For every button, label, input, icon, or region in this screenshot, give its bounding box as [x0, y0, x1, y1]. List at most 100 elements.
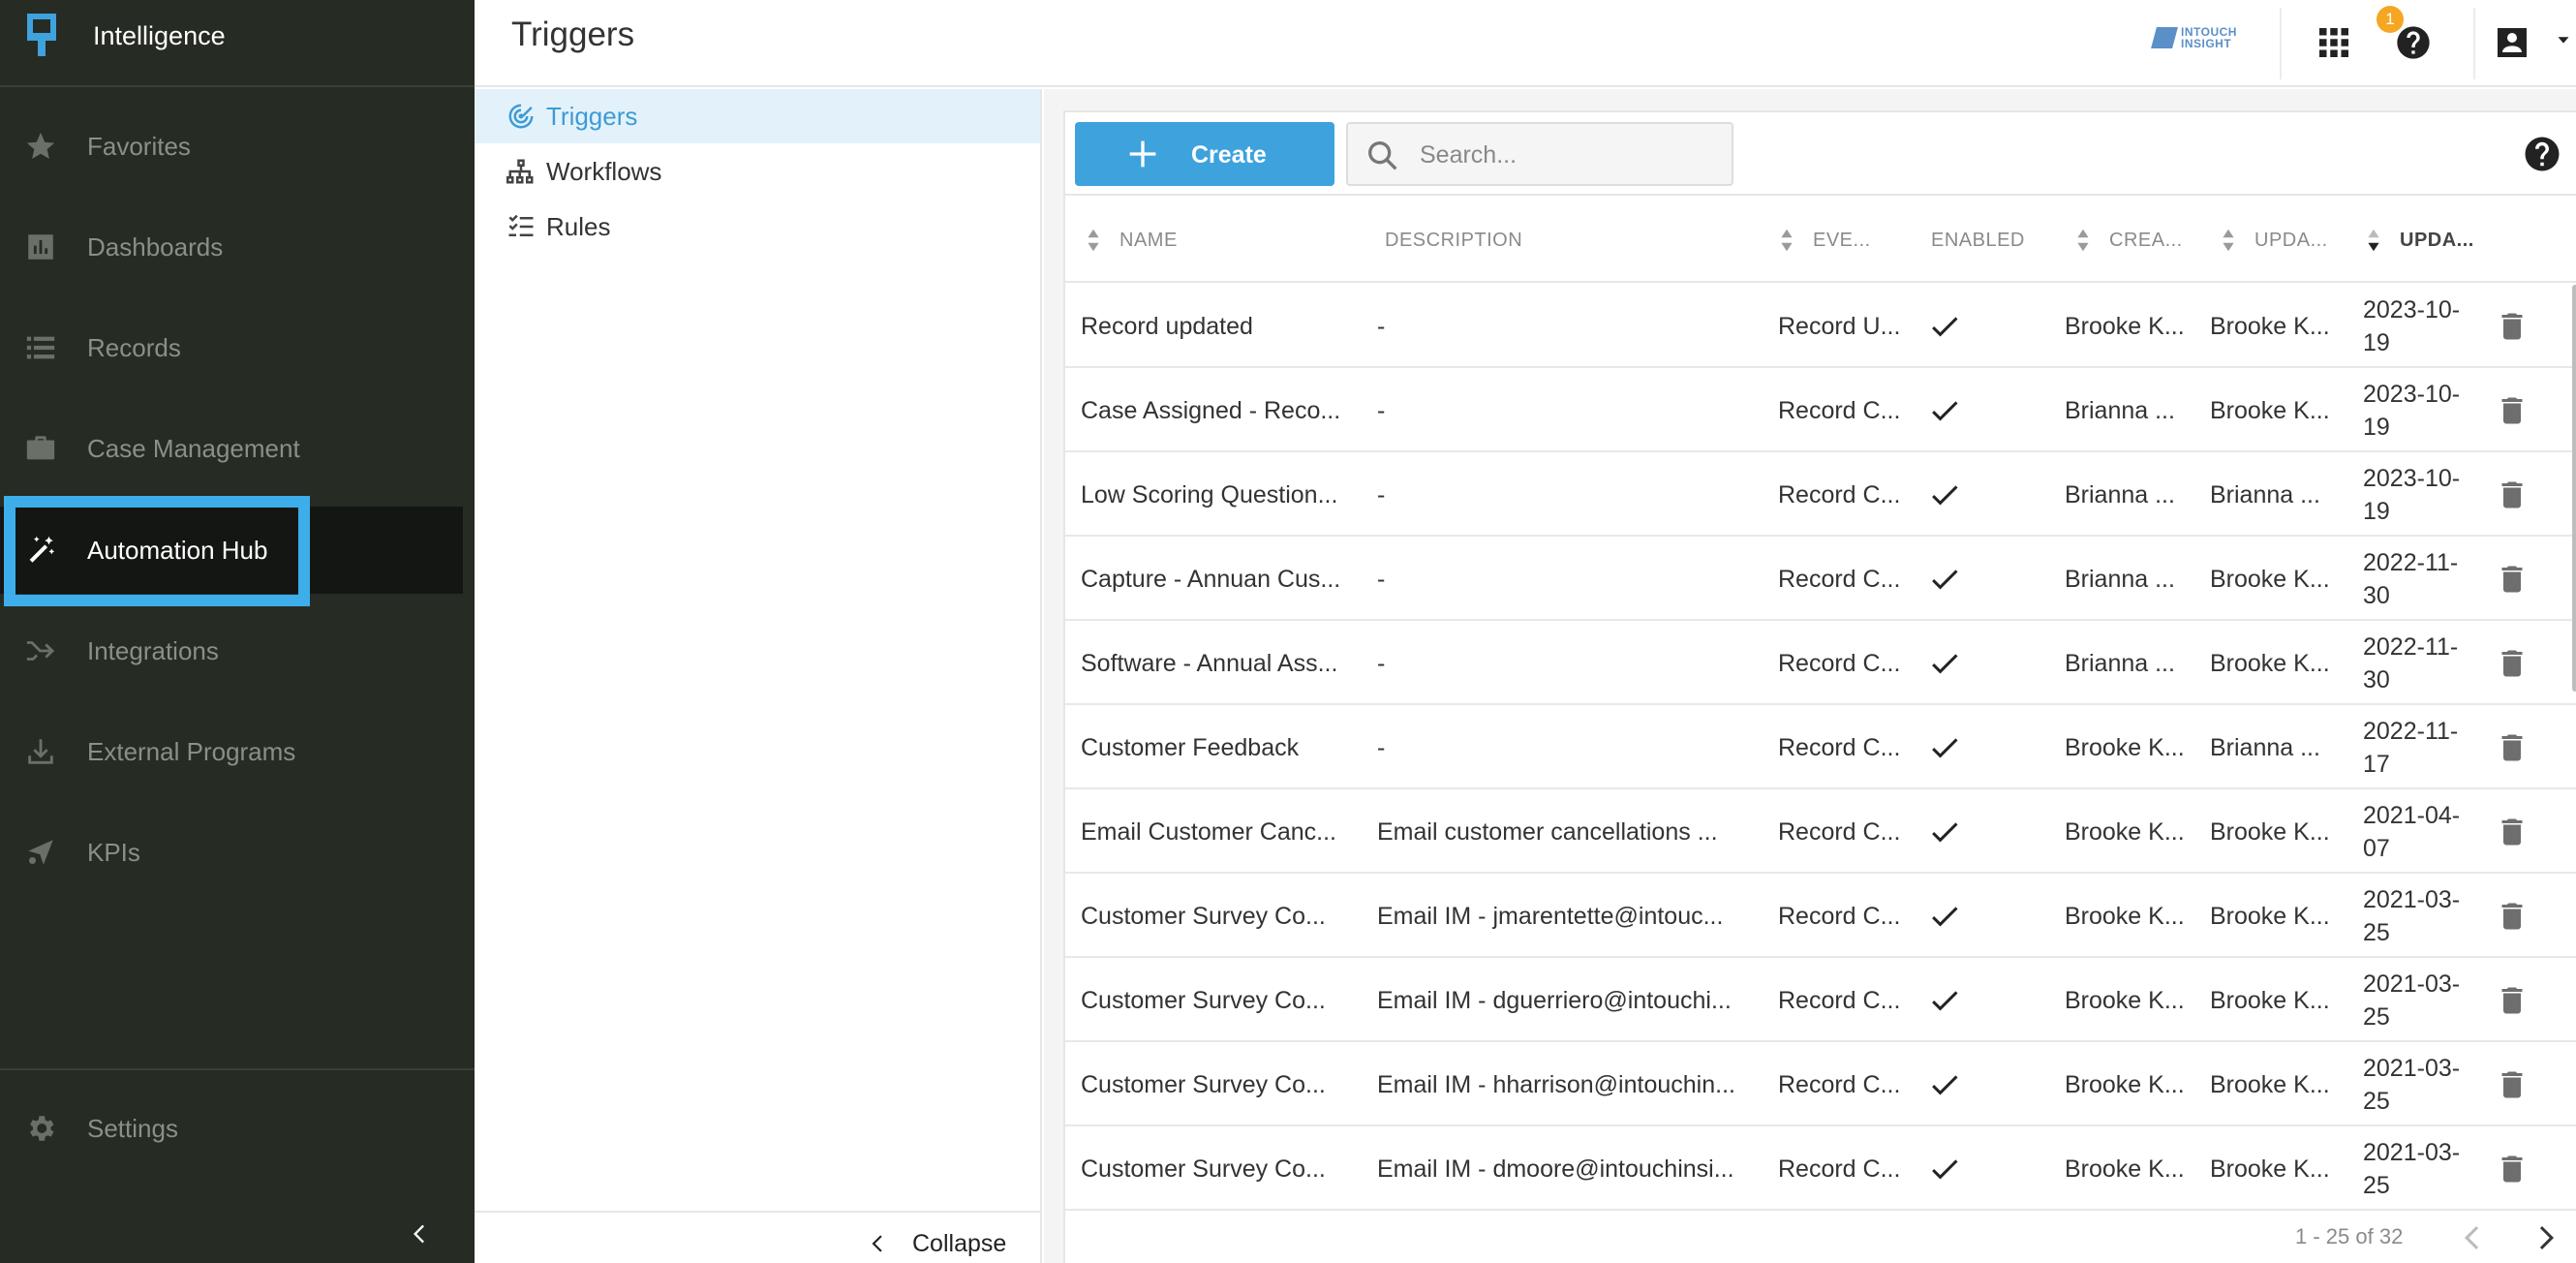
- create-label: Create: [1191, 141, 1267, 169]
- cell-created-by: Brooke K...: [2065, 902, 2185, 930]
- cell-event: Record C...: [1778, 1155, 1901, 1183]
- sidebar-item-records[interactable]: Records: [0, 304, 475, 391]
- trash-icon[interactable]: [2495, 1127, 2537, 1195]
- cell-event: Record C...: [1778, 986, 1901, 1014]
- sidebar-item-label: Settings: [87, 1113, 178, 1143]
- sidebar-item-kpis[interactable]: KPIs: [0, 809, 475, 896]
- logo-text: INSIGHT: [2181, 37, 2232, 50]
- table-row[interactable]: Software - Annual Ass... - Record C... Bria…: [1065, 622, 2576, 705]
- cell-name: Software - Annual Ass...: [1081, 649, 1338, 677]
- list-icon: [21, 328, 60, 367]
- cell-created-by: Brianna ...: [2065, 565, 2175, 593]
- collapse-button[interactable]: Collapse: [866, 1224, 1006, 1263]
- sidebar-item-label: Records: [87, 332, 181, 362]
- sidebar-collapse-button[interactable]: [403, 1217, 438, 1251]
- cell-updated-by: Brooke K...: [2210, 1155, 2330, 1183]
- sidebar-item-integrations[interactable]: Integrations: [0, 607, 475, 694]
- table-header: NAME DESCRIPTION EVE... ENABLED CREA... …: [1065, 198, 2576, 283]
- cell-event: Record U...: [1778, 312, 1901, 340]
- trash-icon[interactable]: [2495, 538, 2537, 621]
- table-row[interactable]: Case Assigned - Reco... - Record C... Brian…: [1065, 369, 2576, 452]
- table-row[interactable]: Customer Survey Co... Email IM - hharriso…: [1065, 1043, 2576, 1126]
- panel-help-button[interactable]: [2522, 134, 2562, 174]
- table-row[interactable]: Record updated - Record U... Brooke K... Bro…: [1065, 285, 2576, 368]
- cell-updated: 2022-11-30: [2363, 549, 2459, 609]
- enabled-check-icon: [1927, 1043, 1985, 1126]
- sidebar-item-favorites[interactable]: Favorites: [0, 103, 475, 190]
- trash-icon[interactable]: [2495, 875, 2537, 958]
- table-row[interactable]: Customer Survey Co... Email IM - dguerrie…: [1065, 959, 2576, 1042]
- cell-updated: 2023-10-19: [2363, 381, 2461, 441]
- column-header-name[interactable]: NAME: [1085, 198, 1178, 283]
- table-row[interactable]: Low Scoring Question... - Record C... Brian…: [1065, 453, 2576, 537]
- user-menu-button[interactable]: [2489, 19, 2535, 66]
- apps-grid-button[interactable]: [2311, 19, 2357, 66]
- previous-page-button[interactable]: [2456, 1220, 2491, 1255]
- next-page-button[interactable]: [2528, 1220, 2562, 1255]
- enabled-check-icon: [1927, 285, 1985, 368]
- trash-icon[interactable]: [2495, 706, 2537, 789]
- cell-name: Customer Survey Co...: [1081, 1070, 1326, 1098]
- trash-icon[interactable]: [2495, 790, 2537, 874]
- apps-grid-icon: [2319, 28, 2348, 57]
- cell-created-by: Brooke K...: [2065, 1070, 2185, 1098]
- cell-created-by: Brianna ...: [2065, 480, 2175, 508]
- subnav-item-triggers[interactable]: Triggers: [475, 89, 1040, 143]
- table-row[interactable]: Capture - Annuan Cus... - Record C... Brian…: [1065, 538, 2576, 621]
- cell-description: -: [1377, 312, 1386, 340]
- caret-down-icon[interactable]: [2553, 29, 2574, 50]
- cell-name: Case Assigned - Reco...: [1081, 396, 1341, 424]
- create-button[interactable]: Create: [1075, 122, 1334, 186]
- column-header-updated-by[interactable]: UPDA...: [2220, 198, 2328, 283]
- cell-description: Email IM - hharrison@intouchin...: [1377, 1070, 1735, 1098]
- workflow-icon: [506, 156, 537, 187]
- chevron-left-icon: [2465, 1226, 2479, 1249]
- sidebar-item-dashboards[interactable]: Dashboards: [0, 203, 475, 291]
- trash-icon[interactable]: [2495, 622, 2537, 705]
- trash-icon[interactable]: [2495, 285, 2537, 368]
- sidebar-item-settings[interactable]: Settings: [0, 1085, 475, 1172]
- trash-icon[interactable]: [2495, 453, 2537, 537]
- enabled-check-icon: [1927, 453, 1985, 537]
- cell-updated-by: Brooke K...: [2210, 396, 2330, 424]
- cell-created-by: Brooke K...: [2065, 986, 2185, 1014]
- cell-updated-by: Brooke K...: [2210, 312, 2330, 340]
- enabled-check-icon: [1927, 1127, 1985, 1195]
- table-row[interactable]: Customer Feedback - Record C... Brooke K...…: [1065, 706, 2576, 789]
- cell-name: Customer Feedback: [1081, 733, 1300, 761]
- cell-updated-by: Brooke K...: [2210, 902, 2330, 930]
- search-input[interactable]: [1420, 138, 1710, 172]
- column-header-event[interactable]: EVE...: [1778, 198, 1871, 283]
- cell-created-by: Brooke K...: [2065, 312, 2185, 340]
- trash-icon[interactable]: [2495, 959, 2537, 1042]
- table-row[interactable]: Customer Survey Co... Email IM - dmoore@i…: [1065, 1127, 2576, 1195]
- trash-icon[interactable]: [2495, 369, 2537, 452]
- sidebar-item-external-programs[interactable]: External Programs: [0, 708, 475, 795]
- column-header-updated[interactable]: UPDA...: [2365, 198, 2474, 283]
- table-row[interactable]: Customer Survey Co... Email IM - jmarente…: [1065, 875, 2576, 958]
- sidebar-item-label: Dashboards: [87, 231, 224, 262]
- search-box: [1346, 122, 1733, 186]
- merge-arrow-icon: [21, 632, 60, 670]
- column-header-created-by[interactable]: CREA...: [2074, 198, 2183, 283]
- subnav-item-workflows[interactable]: Workflows: [475, 144, 1040, 199]
- sidebar-item-case-management[interactable]: Case Management: [0, 405, 475, 492]
- subnav-item-rules[interactable]: Rules: [475, 200, 1040, 254]
- scrollbar[interactable]: [2572, 285, 2576, 692]
- sidebar-item-label: Favorites: [87, 131, 191, 161]
- sort-icon: [1778, 227, 1795, 254]
- column-label: CREA...: [2109, 229, 2183, 251]
- subnav-item-label: Workflows: [546, 156, 662, 186]
- divider: [2473, 8, 2475, 79]
- column-label: DESCRIPTION: [1385, 229, 1523, 251]
- trash-icon[interactable]: [2495, 1043, 2537, 1126]
- sidebar-item-label: Automation Hub: [87, 535, 268, 565]
- sidebar-item-automation-hub[interactable]: Automation Hub: [0, 507, 463, 594]
- cell-updated: 2021-03-25: [2363, 1139, 2461, 1195]
- left-nav: Intelligence Favorites Dashboards Record…: [0, 0, 475, 1263]
- collapse-label: Collapse: [912, 1229, 1007, 1257]
- cell-updated: 2021-04-07: [2363, 802, 2461, 862]
- table-row[interactable]: Email Customer Canc... Email customer can…: [1065, 790, 2576, 874]
- briefcase-icon: [21, 429, 60, 468]
- chevron-left-icon: [872, 1235, 882, 1252]
